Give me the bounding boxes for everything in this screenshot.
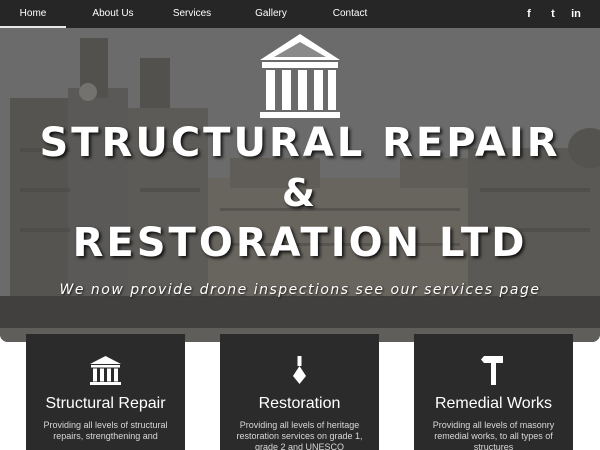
- hero-title-line-1: STRUCTURAL REPAIR: [39, 120, 561, 166]
- top-nav: Home About Us Services Gallery Contact f…: [0, 0, 600, 28]
- service-card-restoration[interactable]: Restoration Providing all levels of heri…: [220, 334, 379, 450]
- trowel-icon: [293, 356, 306, 384]
- card-text: Providing all levels of masonry remedial…: [432, 420, 555, 450]
- hero-tagline[interactable]: We now provide drone inspections see our…: [0, 282, 600, 298]
- columns-icon: [90, 356, 121, 385]
- twitter-icon[interactable]: t: [545, 0, 561, 28]
- card-title: Remedial Works: [434, 395, 553, 412]
- nav-gallery[interactable]: Gallery: [248, 0, 294, 28]
- service-card-remedial-works[interactable]: Remedial Works Providing all levels of m…: [414, 334, 573, 450]
- service-card-structural-repair[interactable]: Structural Repair Providing all levels o…: [26, 334, 185, 450]
- card-text: Providing all levels of heritage restora…: [236, 420, 363, 450]
- card-title: Restoration: [258, 395, 341, 412]
- linkedin-icon[interactable]: in: [568, 0, 584, 28]
- nav-about-us[interactable]: About Us: [82, 0, 144, 28]
- card-title: Structural Repair: [45, 395, 166, 412]
- hero-title-line-3: RESTORATION LTD: [72, 220, 528, 266]
- hero-title-ampersand: &: [281, 171, 319, 215]
- building-logo-icon: [260, 34, 340, 118]
- hero-banner: STRUCTURAL REPAIR & RESTORATION LTD We n…: [0, 28, 600, 342]
- facebook-icon[interactable]: f: [521, 0, 537, 28]
- hammer-icon: [481, 356, 503, 385]
- nav-services[interactable]: Services: [165, 0, 219, 28]
- nav-home[interactable]: Home: [0, 0, 66, 28]
- nav-contact[interactable]: Contact: [326, 0, 374, 28]
- card-text: Providing all levels of structural repai…: [43, 420, 168, 441]
